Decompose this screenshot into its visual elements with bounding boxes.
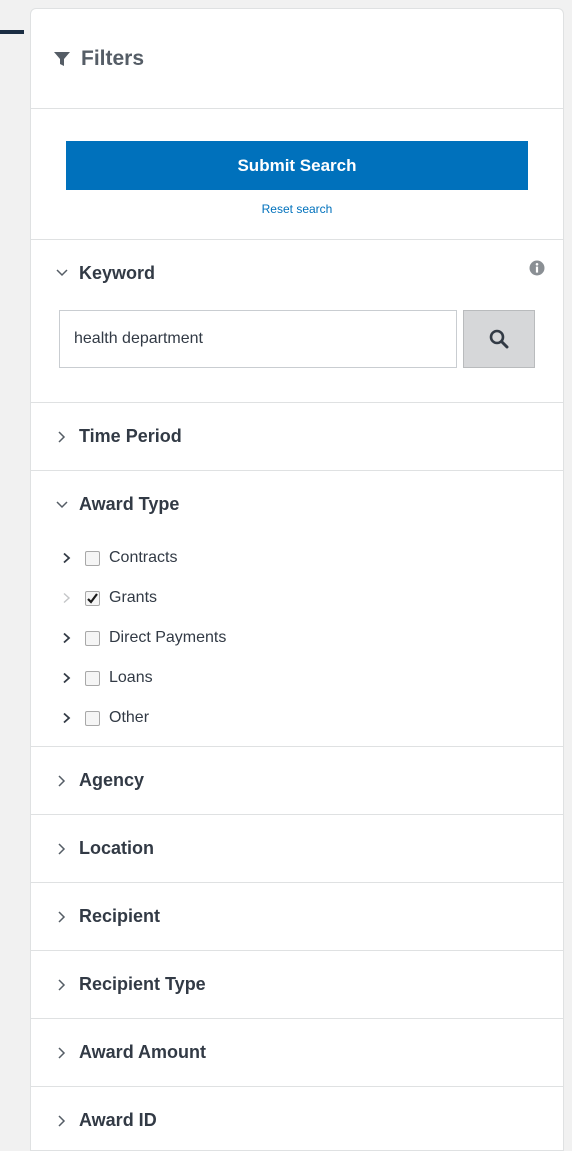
award-type-item-other: Other — [61, 698, 563, 738]
award-amount-section-header[interactable]: Award Amount — [31, 1019, 563, 1086]
chevron-right-icon[interactable] — [61, 552, 73, 564]
award-type-section: Award Type Contracts Grants Direct Payme… — [31, 471, 563, 747]
funnel-icon — [53, 50, 71, 68]
header-accent-bar — [0, 30, 24, 34]
award-type-item-contracts: Contracts — [61, 538, 563, 578]
recipient-type-section-header[interactable]: Recipient Type — [31, 951, 563, 1018]
chevron-down-icon — [55, 498, 69, 512]
recipient-section-header[interactable]: Recipient — [31, 883, 563, 950]
recipient-type-section-title: Recipient Type — [79, 974, 206, 994]
chevron-right-icon — [55, 1046, 69, 1060]
time-period-section-title: Time Period — [79, 426, 182, 446]
loans-checkbox[interactable] — [85, 670, 100, 686]
time-period-section: Time Period — [31, 403, 563, 471]
keyword-section: Keyword — [31, 240, 563, 403]
award-amount-section: Award Amount — [31, 1019, 563, 1087]
filters-title: Filters — [81, 46, 145, 70]
direct-payments-checkbox[interactable] — [85, 630, 100, 646]
location-section-header[interactable]: Location — [31, 815, 563, 882]
award-type-item-label: Direct Payments — [109, 629, 227, 646]
chevron-right-icon — [55, 430, 69, 444]
location-section: Location — [31, 815, 563, 883]
checkmark-icon — [86, 592, 99, 605]
search-icon — [489, 329, 509, 349]
filters-sidebar: Filters Submit Search Reset search Keywo… — [30, 8, 564, 1151]
agency-section: Agency — [31, 747, 563, 815]
award-id-section: Award ID — [31, 1087, 563, 1150]
filters-header: Filters — [31, 9, 563, 109]
reset-search-link[interactable]: Reset search — [262, 202, 333, 216]
chevron-right-icon — [55, 842, 69, 856]
award-type-list: Contracts Grants Direct Payments Loans O… — [31, 538, 563, 738]
award-type-item-label: Other — [109, 709, 150, 726]
award-type-section-title: Award Type — [79, 494, 180, 514]
chevron-right-icon[interactable] — [61, 712, 73, 724]
chevron-right-icon — [61, 592, 73, 604]
chevron-down-icon — [55, 266, 69, 280]
chevron-right-icon — [55, 910, 69, 924]
chevron-right-icon — [55, 978, 69, 992]
award-type-item-label: Grants — [109, 589, 158, 606]
agency-section-header[interactable]: Agency — [31, 747, 563, 814]
award-id-section-title: Award ID — [79, 1110, 157, 1130]
keyword-search-row — [31, 310, 563, 368]
grants-checkbox[interactable] — [85, 590, 100, 606]
chevron-right-icon — [55, 774, 69, 788]
award-type-item-grants: Grants — [61, 578, 563, 618]
award-type-item-label: Loans — [109, 669, 153, 686]
keyword-search-button[interactable] — [463, 310, 535, 368]
recipient-section: Recipient — [31, 883, 563, 951]
award-amount-section-title: Award Amount — [79, 1042, 207, 1062]
recipient-section-title: Recipient — [79, 906, 161, 926]
recipient-type-section: Recipient Type — [31, 951, 563, 1019]
other-checkbox[interactable] — [85, 710, 100, 726]
award-type-item-direct-payments: Direct Payments — [61, 618, 563, 658]
chevron-right-icon[interactable] — [61, 672, 73, 684]
keyword-section-header[interactable]: Keyword — [31, 240, 563, 306]
location-section-title: Location — [79, 838, 154, 858]
contracts-checkbox[interactable] — [85, 550, 100, 566]
agency-section-title: Agency — [79, 770, 145, 790]
award-type-item-loans: Loans — [61, 658, 563, 698]
award-id-section-header[interactable]: Award ID — [31, 1087, 563, 1150]
chevron-right-icon — [55, 1114, 69, 1128]
submit-block: Submit Search Reset search — [31, 109, 563, 240]
submit-search-button[interactable]: Submit Search — [66, 141, 528, 190]
keyword-section-title: Keyword — [79, 262, 156, 283]
info-icon[interactable] — [529, 260, 545, 276]
award-type-section-header[interactable]: Award Type — [31, 471, 563, 538]
keyword-input[interactable] — [59, 310, 457, 368]
time-period-section-header[interactable]: Time Period — [31, 403, 563, 470]
chevron-right-icon[interactable] — [61, 632, 73, 644]
award-type-item-label: Contracts — [109, 549, 178, 566]
